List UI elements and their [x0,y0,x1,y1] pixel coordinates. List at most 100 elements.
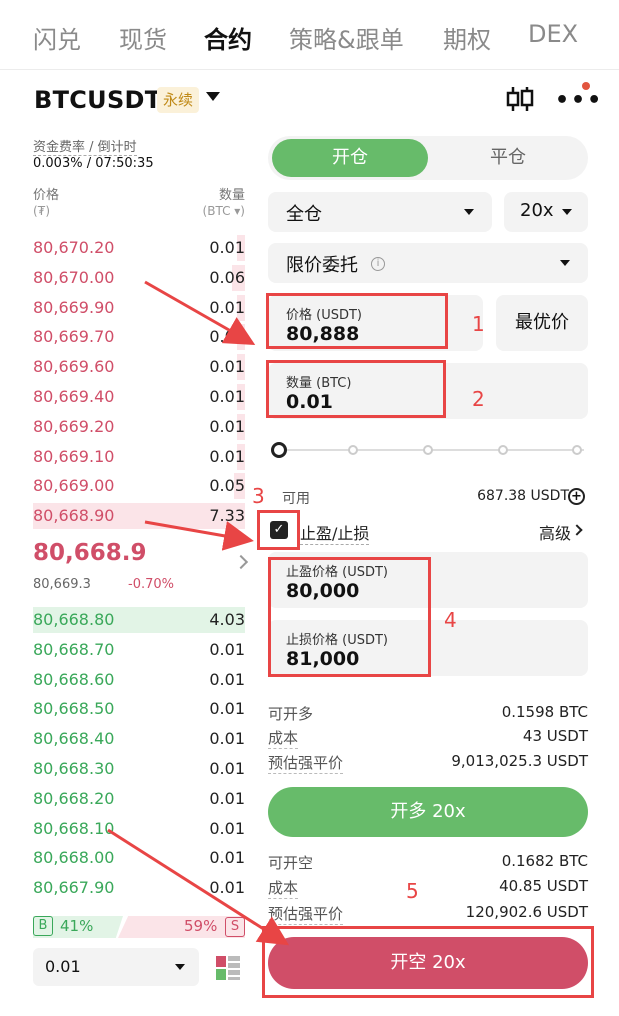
bid-qty: 4.03 [209,610,245,629]
bid-row[interactable]: 80,668.50 0.01 [33,695,245,723]
tab-close-position[interactable]: 平仓 [432,139,584,177]
perpetual-badge: 永续 [157,87,200,113]
bid-qty: 0.01 [209,818,245,838]
max-short-value: 0.1682 BTC [501,852,588,870]
ask-qty: 0.06 [209,267,245,287]
precision-select[interactable]: 0.01 [33,948,199,986]
bid-price: 80,668.70 [33,639,115,659]
bid-qty: 0.01 [209,729,245,749]
available-value: 687.38 USDT [477,488,569,504]
bid-price: 80,668.10 [33,818,115,838]
more-icon[interactable]: ••• [555,90,603,112]
ask-qty: 0.01 [209,297,245,317]
chevron-down-icon [560,260,570,266]
chevron-right-icon[interactable] [571,524,583,536]
tab-dex[interactable]: DEX [528,20,578,48]
slider-mark-75[interactable] [498,445,508,455]
orderbook-layout-icon[interactable] [212,952,244,984]
tab-open-position[interactable]: 开仓 [272,139,428,177]
bid-row[interactable]: 80,668.40 0.01 [33,725,245,753]
bid-qty: 0.01 [209,848,245,868]
ask-row[interactable]: 80,669.20 0.01 [33,413,245,441]
ask-row[interactable]: 80,669.60 0.01 [33,353,245,381]
margin-mode-select[interactable]: 全仓 [268,192,492,232]
annotation-label-3: 3 [252,484,265,508]
last-price: 80,668.9 [33,540,147,566]
tab-strategy-copy[interactable]: 策略&跟单 [289,20,404,55]
ask-price: 80,670.20 [33,238,115,257]
advanced-link[interactable]: 高级 [539,520,571,544]
long-cost-value: 43 USDT [522,727,588,745]
ask-row[interactable]: 80,669.90 0.01 [33,294,245,322]
bid-price: 80,668.60 [33,669,115,689]
bid-row[interactable]: 80,668.70 0.01 [33,636,245,664]
leverage-value: 20x [520,200,554,221]
annotation-box-1 [266,293,448,349]
bid-row[interactable]: 80,668.80 4.03 [33,606,245,634]
orderbook-qty-unit-selector[interactable]: (BTC ▾) [203,204,245,218]
bid-qty: 0.01 [209,759,245,778]
leverage-select[interactable]: 20x [504,192,588,232]
ask-qty: 0.01 [209,357,245,377]
add-funds-icon[interactable]: + [568,488,585,505]
info-icon[interactable]: i [371,257,385,271]
bid-qty: 0.01 [209,669,245,689]
order-type-value: 限价委托 [286,255,358,276]
tab-options[interactable]: 期权 [443,20,491,55]
order-type-select[interactable]: 限价委托 [268,243,588,283]
bid-row[interactable]: 80,668.60 0.01 [33,666,245,694]
margin-mode-value: 全仓 [286,204,322,225]
ask-row[interactable]: 80,670.20 0.01 [33,234,245,262]
annotation-label-2: 2 [472,387,485,411]
slider-mark-25[interactable] [348,445,358,455]
ask-row[interactable]: 80,669.10 0.01 [33,443,245,471]
annotation-box-3 [257,510,300,550]
ask-price: 80,669.90 [33,297,115,317]
symbol-dropdown-icon[interactable] [206,92,220,101]
ask-qty: 0.01 [209,327,245,347]
symbol-title[interactable]: BTCUSDT [34,86,161,114]
bid-row[interactable]: 80,668.10 0.01 [33,815,245,843]
sell-ratio-icon: S [225,917,245,937]
orderbook-price-unit: (₮) [33,204,50,218]
tab-swap[interactable]: 闪兑 [33,20,81,55]
tab-futures[interactable]: 合约 [204,20,252,55]
ask-row[interactable]: 80,668.90 7.33 [33,502,245,530]
open-close-switch: 开仓 平仓 [268,136,588,180]
bid-row[interactable]: 80,668.00 0.01 [33,844,245,872]
ask-row[interactable]: 80,669.40 0.01 [33,383,245,411]
bid-price: 80,668.50 [33,699,115,719]
top-nav: 闪兑 现货 合约 策略&跟单 期权 DEX [0,0,619,70]
candlestick-chart-icon[interactable] [505,84,535,114]
short-liq-value: 120,902.6 USDT [465,903,588,921]
slider-mark-100[interactable] [572,445,582,455]
funding-rate-label: 资金费率 / 倒计时 [33,136,137,156]
funding-rate-value: 0.003% / 07:50:35 [33,156,154,171]
ask-qty: 0.01 [209,446,245,466]
ask-price: 80,668.90 [33,506,115,526]
quantity-slider-thumb[interactable] [271,442,287,458]
bid-row[interactable]: 80,667.90 0.01 [33,874,245,902]
sell-ratio-value: 59% [184,917,218,935]
ask-row[interactable]: 80,669.70 0.01 [33,323,245,351]
tab-spot[interactable]: 现货 [119,20,167,55]
ask-price: 80,669.20 [33,416,115,436]
orderbook-price-header: 价格 [33,188,60,203]
chevron-right-icon[interactable] [233,554,249,570]
best-price-button[interactable]: 最优价 [496,295,588,351]
buy-ratio-value: 41% [60,917,94,935]
slider-mark-50[interactable] [423,445,433,455]
precision-value: 0.01 [45,957,81,976]
annotation-box-2 [266,360,446,418]
tpsl-label[interactable]: 止盈/止损 [300,520,370,545]
quantity-slider-track[interactable] [286,449,584,451]
ask-row[interactable]: 80,670.00 0.06 [33,264,245,292]
bid-row[interactable]: 80,668.20 0.01 [33,785,245,813]
bid-price: 80,668.20 [33,788,115,808]
bid-price: 80,668.40 [33,729,115,749]
ask-qty: 0.01 [209,416,245,436]
annotation-label-5: 5 [406,879,419,903]
bid-row[interactable]: 80,668.30 0.01 [33,755,245,783]
ask-row[interactable]: 80,669.00 0.05 [33,472,245,500]
open-long-button[interactable]: 开多 20x [268,787,588,837]
